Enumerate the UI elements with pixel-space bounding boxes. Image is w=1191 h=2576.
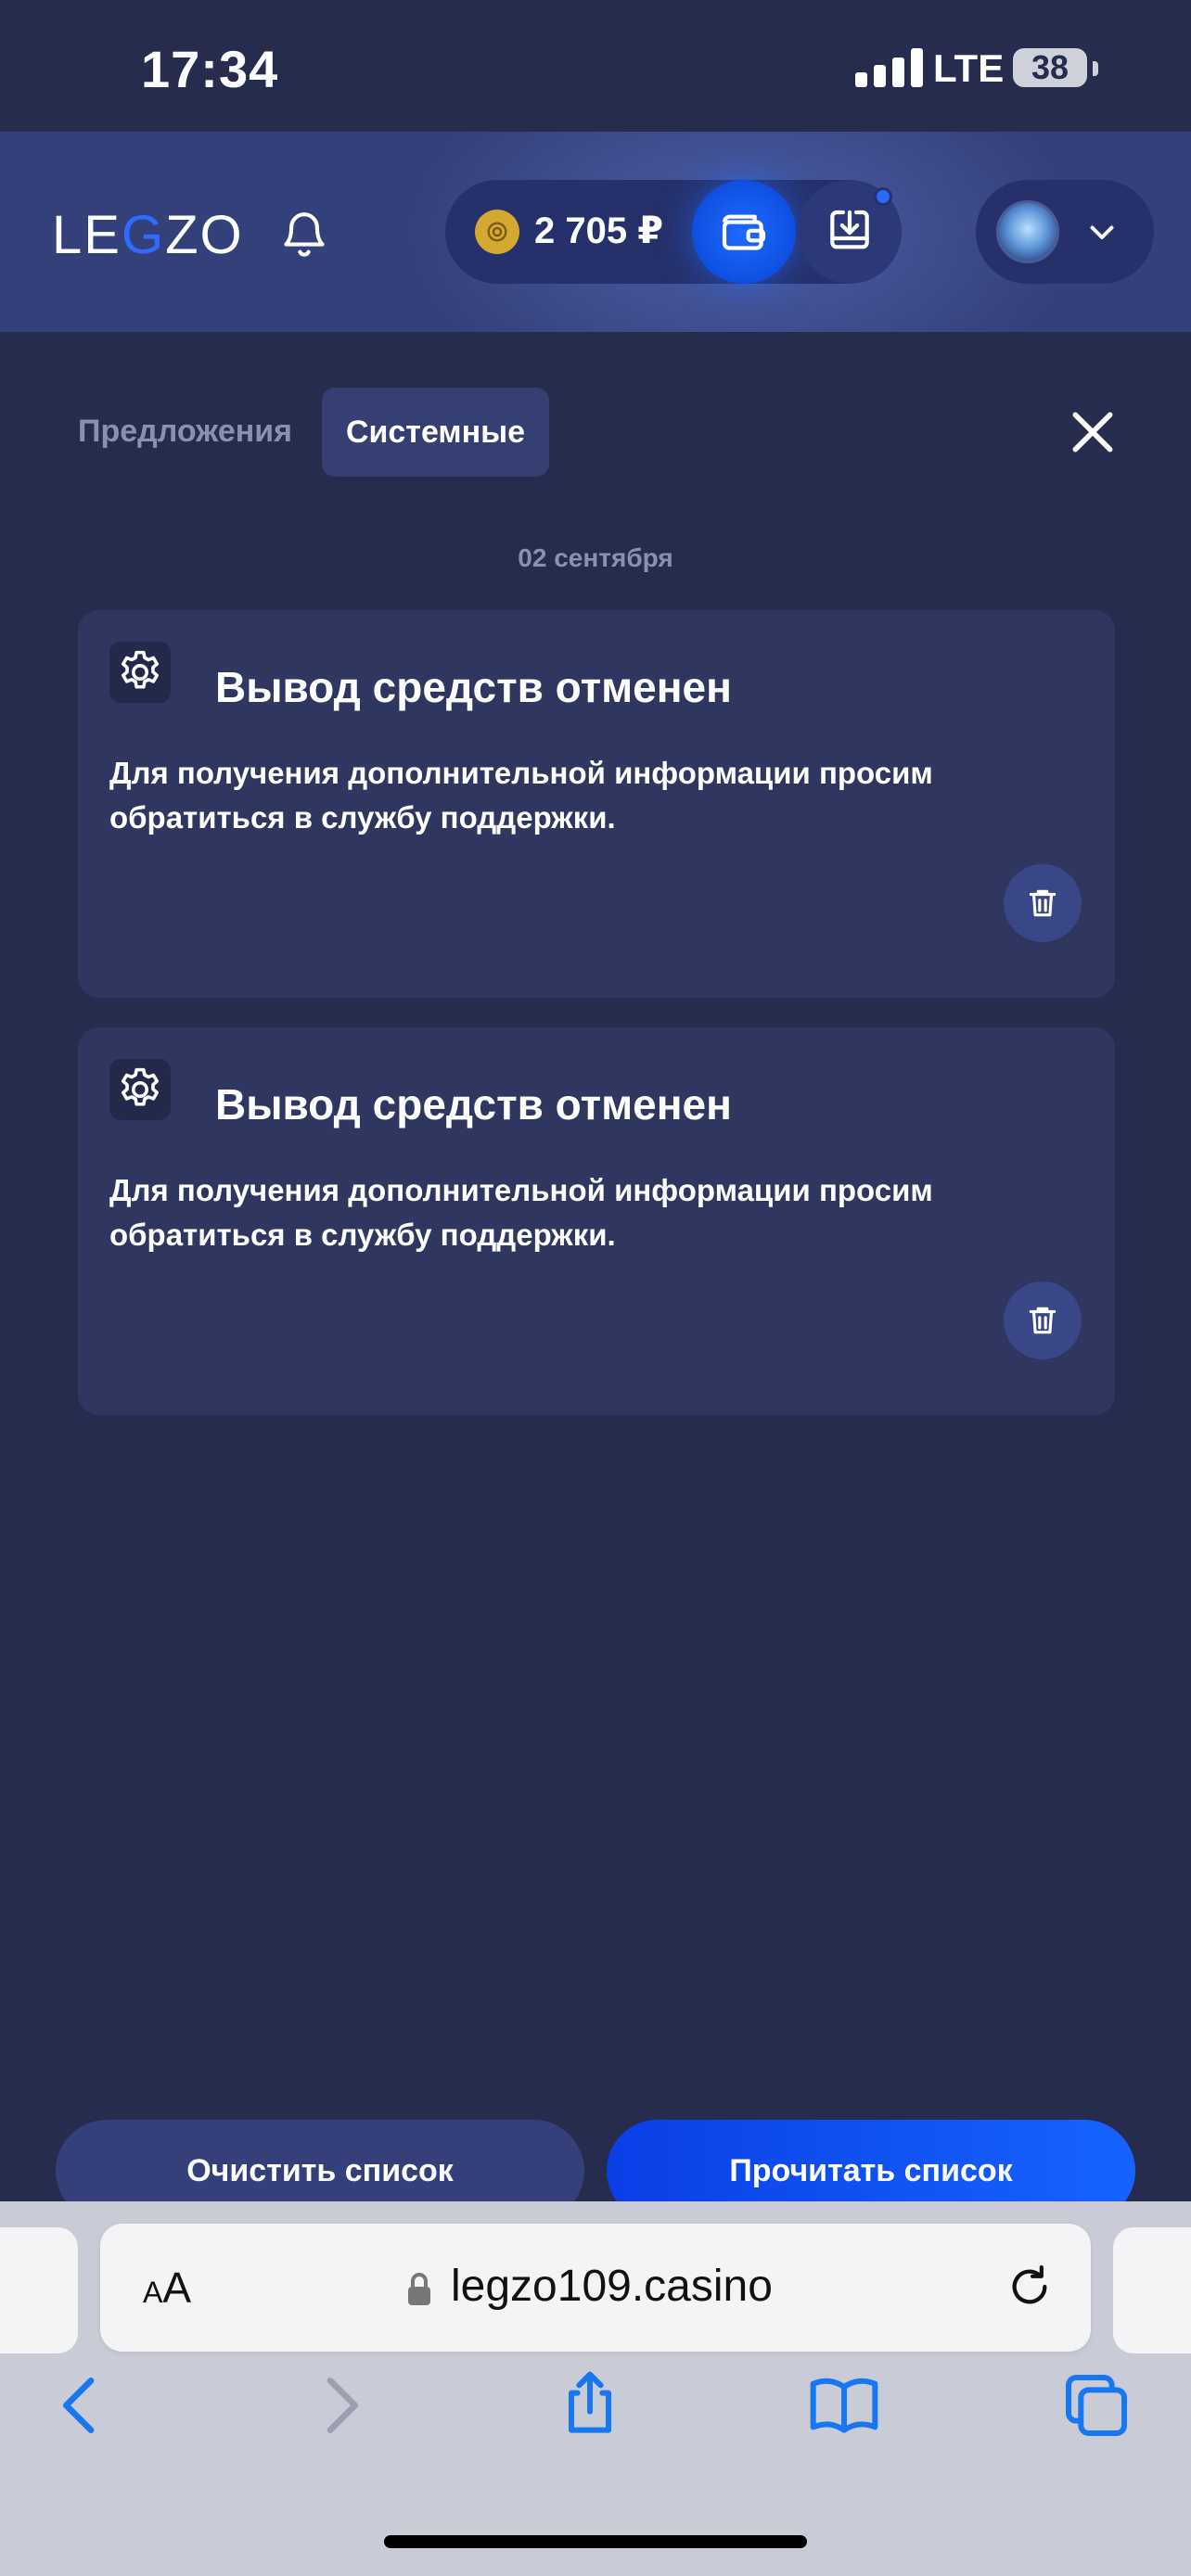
back-icon[interactable] bbox=[45, 2368, 119, 2442]
notification-card: Вывод средств отменен Для получения допо… bbox=[78, 610, 1115, 998]
signal-icon bbox=[855, 48, 923, 87]
text-size-big-a: A bbox=[162, 2264, 192, 2312]
trash-icon bbox=[1029, 889, 1057, 917]
balance-pill[interactable]: 2 705 ₽ bbox=[445, 180, 902, 284]
battery-cap bbox=[1093, 61, 1098, 76]
reload-icon[interactable] bbox=[1004, 2261, 1056, 2313]
close-icon[interactable] bbox=[1067, 406, 1119, 458]
bookmarks-icon[interactable] bbox=[807, 2368, 881, 2442]
notification-body: Для получения дополнительной информации … bbox=[109, 756, 933, 835]
date-label: 02 сентября bbox=[518, 543, 673, 572]
gear-icon bbox=[109, 1059, 171, 1120]
tab-offers[interactable]: Предложения bbox=[78, 414, 292, 450]
bell-icon[interactable] bbox=[278, 206, 330, 261]
avatar bbox=[996, 200, 1059, 263]
address-bar[interactable]: AA legzo109.casino bbox=[100, 2224, 1091, 2352]
forward-icon[interactable] bbox=[302, 2368, 377, 2442]
legzo-logo[interactable]: LEGZO bbox=[52, 204, 244, 266]
logo-text-right: ZO bbox=[165, 205, 244, 265]
wallet-icon bbox=[722, 214, 766, 250]
notification-card: Вывод средств отменен Для получения допо… bbox=[78, 1027, 1115, 1415]
text-size-small-a: A bbox=[143, 2276, 163, 2309]
tabs-icon[interactable] bbox=[1059, 2368, 1133, 2442]
coin-icon bbox=[475, 210, 519, 254]
clock: 17:34 bbox=[141, 40, 279, 98]
download-icon bbox=[830, 210, 869, 249]
delete-button[interactable] bbox=[1004, 864, 1082, 942]
tab-system[interactable]: Системные bbox=[322, 388, 549, 477]
home-indicator bbox=[384, 2535, 807, 2548]
balance-amount: 2 705 ₽ bbox=[534, 210, 664, 251]
status-bar: 17:34 LTE 38 bbox=[0, 0, 1191, 132]
next-tab-preview[interactable] bbox=[1113, 2227, 1191, 2353]
share-icon[interactable] bbox=[553, 2368, 627, 2442]
url-text: legzo109.casino bbox=[451, 2262, 773, 2311]
notification-title: Вывод средств отменен bbox=[215, 1080, 732, 1129]
trash-icon bbox=[1029, 1307, 1057, 1334]
previous-tab-preview[interactable] bbox=[0, 2227, 78, 2353]
app-header: LEGZO 2 705 ₽ bbox=[0, 132, 1191, 332]
browser-toolbar: AA legzo109.casino bbox=[0, 2201, 1191, 2576]
logo-text-left: LE bbox=[52, 205, 122, 265]
logo-text-g: G bbox=[121, 205, 166, 265]
notification-body: Для получения дополнительной информации … bbox=[109, 1173, 933, 1252]
notification-dot bbox=[874, 187, 892, 206]
wallet-button[interactable] bbox=[692, 180, 796, 284]
network-type: LTE bbox=[933, 46, 1005, 90]
gear-icon bbox=[109, 642, 171, 703]
lock-icon bbox=[408, 2273, 430, 2305]
chevron-down-icon bbox=[1090, 225, 1114, 239]
text-size-button[interactable]: AA bbox=[143, 2263, 191, 2313]
delete-button[interactable] bbox=[1004, 1282, 1082, 1359]
notification-title: Вывод средств отменен bbox=[215, 663, 732, 711]
battery-icon: 38 bbox=[1013, 48, 1087, 87]
profile-menu-button[interactable] bbox=[976, 180, 1154, 284]
